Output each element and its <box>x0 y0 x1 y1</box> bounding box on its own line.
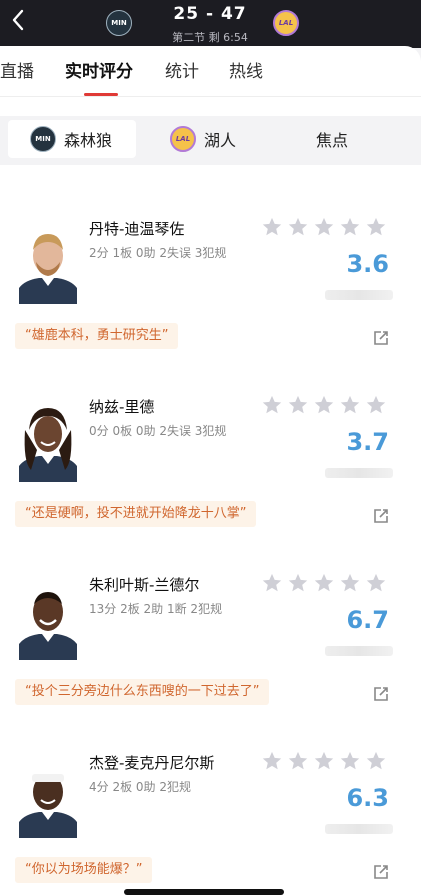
timberwolves-logo: MIN <box>30 126 56 152</box>
star-icon[interactable] <box>261 572 283 594</box>
tab-live[interactable]: 直播 <box>0 60 34 84</box>
card-edge <box>14 165 404 189</box>
rating-stars[interactable] <box>261 572 391 596</box>
blurred-caption <box>325 646 393 656</box>
player-avatar <box>19 408 77 482</box>
player-name: 朱利叶斯-兰德尔 <box>89 576 200 594</box>
tab-hotline[interactable]: 热线 <box>229 60 263 84</box>
player-name: 杰登-麦克丹尼尔斯 <box>89 754 215 772</box>
player-rating: 6.3 <box>346 784 389 812</box>
player-avatar <box>19 774 77 838</box>
player-stats: 4分 2板 0助 2犯规 <box>89 780 191 794</box>
star-icon[interactable] <box>287 394 309 416</box>
away-team-logo[interactable]: LAL <box>273 10 299 36</box>
star-icon[interactable] <box>313 394 335 416</box>
home-team-logo-text: MIN <box>111 19 127 27</box>
star-icon[interactable] <box>313 750 335 772</box>
rating-stars[interactable] <box>261 750 391 774</box>
player-card[interactable]: 朱利叶斯-兰德尔 13分 2板 2助 1断 2犯规 6.7 “投个三分旁边什么东… <box>3 562 403 718</box>
tabs-divider <box>0 96 421 97</box>
player-stats: 2分 1板 0助 2失误 3犯规 <box>89 246 227 260</box>
tab-bar: 直播 实时评分 统计 热线 <box>0 60 421 90</box>
blurred-caption <box>325 824 393 834</box>
player-card[interactable]: 杰登-麦克丹尼尔斯 4分 2板 0助 2犯规 6.3 “你以为场场能爆？” <box>3 740 403 890</box>
star-icon[interactable] <box>339 216 361 238</box>
star-icon[interactable] <box>287 572 309 594</box>
rating-stars[interactable] <box>261 216 391 240</box>
top-bar: MIN 25 - 47 第二节 剩 6:54 LAL <box>0 0 421 48</box>
top-comment[interactable]: “投个三分旁边什么东西嗖的一下过去了” <box>15 679 270 705</box>
share-icon[interactable] <box>373 330 389 346</box>
player-avatar <box>19 592 77 660</box>
star-icon[interactable] <box>261 394 283 416</box>
segment-label: 森林狼 <box>64 131 113 150</box>
player-card[interactable]: 丹特-迪温琴佐 2分 1板 0助 2失误 3犯规 3.6 “雄鹿本科，勇士研究生… <box>3 206 403 362</box>
away-team-logo-text: LAL <box>278 19 294 27</box>
player-rating: 3.7 <box>346 428 389 456</box>
star-icon[interactable] <box>261 216 283 238</box>
top-comment[interactable]: “还是硬啊，投不进就开始降龙十八掌” <box>15 501 257 527</box>
top-comment[interactable]: “你以为场场能爆？” <box>15 857 153 883</box>
star-icon[interactable] <box>339 750 361 772</box>
player-avatar <box>19 234 77 304</box>
lakers-logo: LAL <box>170 126 196 152</box>
home-team-logo[interactable]: MIN <box>106 10 132 36</box>
player-stats: 0分 0板 0助 2失误 3犯规 <box>89 424 227 438</box>
blurred-caption <box>325 290 393 300</box>
top-comment[interactable]: “雄鹿本科，勇士研究生” <box>15 323 179 349</box>
blurred-caption <box>325 468 393 478</box>
segment-focus[interactable]: 焦点 <box>316 120 348 158</box>
game-period: 第二节 剩 6:54 <box>172 31 248 44</box>
star-icon[interactable] <box>287 216 309 238</box>
share-icon[interactable] <box>373 686 389 702</box>
rating-stars[interactable] <box>261 394 391 418</box>
star-icon[interactable] <box>365 750 387 772</box>
tab-live-rating[interactable]: 实时评分 <box>65 60 133 84</box>
star-icon[interactable] <box>365 216 387 238</box>
segment-label: 焦点 <box>316 131 349 150</box>
star-icon[interactable] <box>313 216 335 238</box>
segment-lakers[interactable]: LAL 湖人 <box>170 120 236 158</box>
share-icon[interactable] <box>373 864 389 880</box>
star-icon[interactable] <box>339 572 361 594</box>
star-icon[interactable] <box>365 572 387 594</box>
segment-label: 湖人 <box>204 131 237 150</box>
chevron-left-icon <box>12 9 24 31</box>
star-icon[interactable] <box>339 394 361 416</box>
timberwolves-logo-text: MIN <box>35 135 51 143</box>
segment-timberwolves[interactable]: MIN 森林狼 <box>30 120 112 158</box>
star-icon[interactable] <box>287 750 309 772</box>
player-rating: 6.7 <box>346 606 389 634</box>
tab-stats[interactable]: 统计 <box>165 60 199 84</box>
player-name: 丹特-迪温琴佐 <box>89 220 185 238</box>
star-icon[interactable] <box>313 572 335 594</box>
player-stats: 13分 2板 2助 1断 2犯规 <box>89 602 223 616</box>
lakers-logo-text: LAL <box>175 135 191 143</box>
star-icon[interactable] <box>261 750 283 772</box>
player-card[interactable]: 纳兹-里德 0分 0板 0助 2失误 3犯规 3.7 “还是硬啊，投不进就开始降… <box>3 384 403 540</box>
game-score: 25 - 47 <box>173 4 247 24</box>
home-indicator[interactable] <box>124 889 284 895</box>
star-icon[interactable] <box>365 394 387 416</box>
player-rating: 3.6 <box>346 250 389 278</box>
back-button[interactable] <box>6 8 30 36</box>
team-segment-control: MIN 森林狼 LAL 湖人 焦点 <box>0 116 421 165</box>
player-name: 纳兹-里德 <box>89 398 155 416</box>
share-icon[interactable] <box>373 508 389 524</box>
